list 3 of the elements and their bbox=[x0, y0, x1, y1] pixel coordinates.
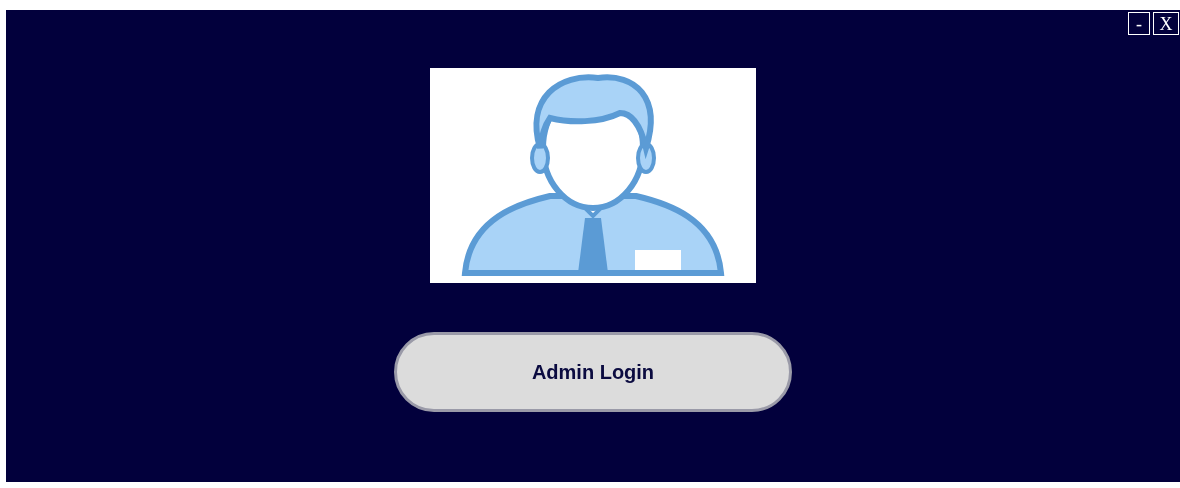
login-button[interactable]: Admin Login bbox=[394, 332, 792, 412]
close-button[interactable]: X bbox=[1153, 12, 1179, 35]
minimize-button[interactable]: - bbox=[1128, 12, 1150, 35]
